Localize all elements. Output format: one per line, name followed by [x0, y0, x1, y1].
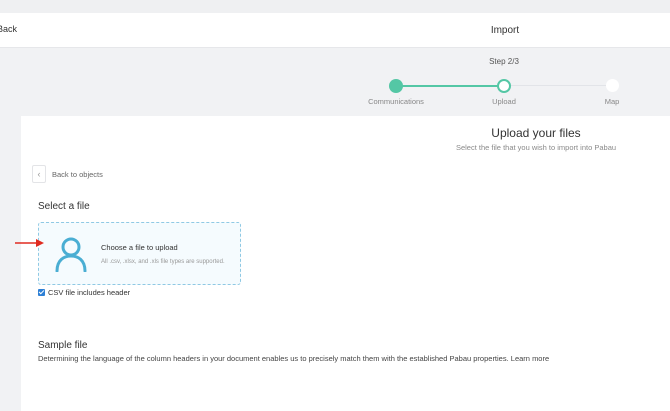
stepper-progress-line	[396, 85, 504, 87]
back-button[interactable]: Back	[0, 24, 17, 34]
top-strip	[0, 0, 670, 13]
sample-description-text: Determining the language of the column h…	[38, 354, 509, 363]
stepper-remaining-line	[504, 85, 612, 86]
file-dropzone[interactable]: Choose a file to upload All .csv, .xlsx,…	[38, 222, 241, 285]
person-icon	[55, 237, 87, 272]
page-title: Import	[490, 25, 520, 36]
dropzone-subtitle: All .csv, .xlsx, and .xls file types are…	[101, 259, 225, 265]
upload-subtitle: Select the file that you wish to import …	[455, 143, 617, 152]
sample-file-title: Sample file	[38, 340, 88, 351]
page-header: Back Import	[0, 13, 670, 48]
step-count: Step 2/3	[489, 57, 519, 66]
back-to-objects-button[interactable]: ‹ Back to objects	[32, 165, 103, 183]
csv-header-option[interactable]: CSV file includes header	[38, 288, 130, 297]
step-map-dot[interactable]	[606, 79, 619, 92]
csv-header-checkbox[interactable]	[38, 289, 45, 296]
sample-file-description: Determining the language of the column h…	[38, 354, 549, 363]
learn-more-link[interactable]: Learn more	[511, 354, 549, 363]
csv-header-label: CSV file includes header	[48, 288, 131, 297]
step-upload-label: Upload	[492, 97, 516, 106]
step-map-label: Map	[604, 97, 620, 106]
upload-card: Upload your files Select the file that y…	[21, 116, 670, 411]
select-file-title: Select a file	[38, 201, 90, 212]
back-to-objects-label: Back to objects	[52, 169, 103, 179]
step-communications-label: Communications	[368, 97, 424, 106]
annotation-arrow-icon	[15, 239, 44, 247]
upload-title: Upload your files	[491, 126, 581, 140]
chevron-left-icon: ‹	[32, 165, 46, 183]
stepper: Step 2/3 Communications Upload Map	[0, 48, 670, 116]
step-upload-dot[interactable]	[497, 79, 511, 93]
step-communications-dot[interactable]	[389, 79, 403, 93]
dropzone-title: Choose a file to upload	[101, 243, 178, 252]
